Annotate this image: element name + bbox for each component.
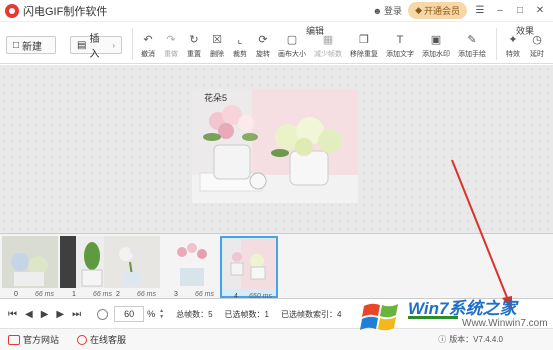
zoom-unit: % [147, 309, 156, 319]
remove-duplicates-button[interactable]: ❐ 移除重复 [349, 34, 379, 59]
filmstrip-frame-selected[interactable]: 4 650 ms [220, 236, 278, 300]
zoom-icon [97, 308, 109, 320]
close-icon[interactable]: ✕ [533, 4, 547, 18]
crop-icon: ⌞ [237, 34, 243, 46]
remove-duplicates-icon: ❐ [359, 34, 369, 46]
playback-controls: ⏮ ◀ ▶ ▶ ⏭ 60 % ▲ ▼ 总帧数：5 已选帧数：1 已选帧数索引：4 [0, 300, 553, 328]
divider [496, 28, 497, 60]
reduce-frames-button[interactable]: ▦ 减少帧数 [313, 34, 343, 59]
frame-thumbnail [2, 236, 58, 288]
frame-preview[interactable]: 花朵5 [192, 89, 358, 203]
canvas-size-icon: ▢ [286, 34, 298, 46]
frame-thumbnail [223, 239, 275, 289]
reset-icon: ↻ [189, 34, 199, 46]
selected-index-stat: 已选帧数索引：4 [280, 309, 342, 319]
user-icon: ☻ [372, 5, 383, 16]
chevron-right-icon: › [112, 40, 115, 50]
filmstrip-frame[interactable]: 3 66 ms [162, 236, 218, 298]
support-link[interactable]: 在线客服 [77, 333, 126, 346]
delay-icon: ◷ [532, 34, 542, 46]
redo-icon: ↷ [166, 34, 176, 46]
play-icon[interactable]: ▶ [41, 309, 49, 320]
rotate-icon: ⟳ [258, 34, 268, 46]
undo-icon: ↶ [143, 34, 153, 46]
flower-image [192, 89, 358, 203]
previous-frame-icon[interactable]: ◀ [25, 309, 33, 320]
canvas-area: 花朵5 [0, 65, 553, 233]
canvas-size-button[interactable]: ▢ 画布大小 [277, 34, 307, 59]
title-bar: 闪电GIF制作软件 ☻ 登录 ◆ 开通会员 ☰ – □ ✕ [0, 0, 553, 22]
filmstrip: 0 66 ms 1 66 ms 2 66 ms 3 66 ms 4 650 ms [0, 233, 553, 300]
effects-icon: ✦ [508, 34, 518, 46]
vip-button[interactable]: ◆ 开通会员 [408, 2, 467, 19]
new-label: 新建 [22, 41, 43, 53]
website-link[interactable]: 官方网站 [8, 333, 59, 346]
login-label: 登录 [384, 6, 403, 16]
footer: 官方网站 在线客服 ⓘ 版本：V7.4.4.0 [0, 328, 553, 350]
add-text-icon: T [396, 34, 404, 46]
vip-label: 开通会员 [423, 6, 460, 16]
info-icon: ⓘ [438, 335, 447, 344]
login-button[interactable]: ☻ 登录 [373, 4, 403, 17]
insert-icon: ▤ [77, 39, 87, 51]
insert-label: 插入 [89, 34, 100, 60]
first-frame-icon[interactable]: ⏮ [8, 309, 17, 320]
add-drawing-button[interactable]: ✎ 添加手绘 [457, 34, 487, 59]
zoom-stepper[interactable]: ▲ ▼ [159, 308, 164, 320]
new-file-icon: □ [13, 39, 20, 51]
add-watermark-icon: ▣ [430, 34, 442, 46]
rotate-button[interactable]: ⟳ 旋转 [248, 34, 278, 59]
app-logo-icon [5, 3, 19, 18]
menu-icon[interactable]: ☰ [473, 4, 487, 18]
add-watermark-button[interactable]: ▣ 添加水印 [421, 34, 451, 59]
delay-button[interactable]: ◷ 延时 [522, 34, 552, 59]
toolbar: □ 新建 ▤ 插入 › 编辑 效果 ↶ 撤消 ↷ 重做 ↻ 重置 ☒ 删除 ⌞ 裁剪 ⟳ 旋… [0, 22, 553, 64]
frame-name: 花朵5 [204, 93, 228, 103]
app-title: 闪电GIF制作软件 [23, 5, 108, 18]
filmstrip-frame[interactable]: 2 66 ms [104, 236, 160, 298]
reduce-frames-icon: ▦ [322, 34, 334, 46]
maximize-icon[interactable]: □ [513, 4, 527, 18]
minimize-icon[interactable]: – [493, 4, 507, 18]
filmstrip-frame[interactable]: 0 66 ms [2, 236, 58, 298]
delete-icon: ☒ [212, 34, 222, 46]
diamond-icon: ◆ [415, 5, 422, 15]
zoom-input[interactable]: 60 [114, 306, 145, 322]
add-text-button[interactable]: T 添加文字 [385, 34, 415, 59]
frame-thumbnail [162, 236, 218, 288]
frame-thumbnail [104, 236, 160, 288]
selected-frames-stat: 已选帧数：1 [224, 309, 269, 319]
person-icon [77, 334, 88, 345]
next-frame-icon[interactable]: ▶ [56, 309, 64, 320]
monitor-icon [8, 334, 20, 345]
add-drawing-icon: ✎ [467, 34, 477, 46]
last-frame-icon[interactable]: ⏭ [72, 309, 81, 320]
new-button[interactable]: □ 新建 [6, 36, 56, 54]
version-info: ⓘ 版本：V7.4.4.0 [438, 335, 503, 344]
insert-button[interactable]: ▤ 插入 › [70, 34, 122, 60]
total-frames-stat: 总帧数：5 [176, 309, 213, 319]
